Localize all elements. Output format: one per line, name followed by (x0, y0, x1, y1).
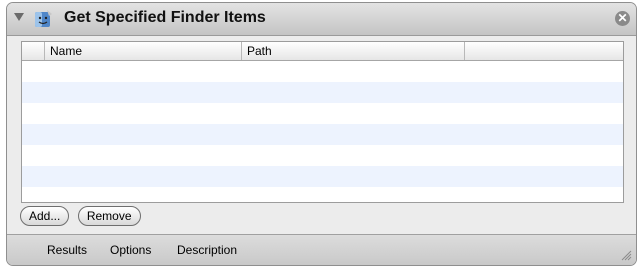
column-header-name[interactable]: Name (44, 42, 241, 60)
tab-description[interactable]: Description (177, 243, 237, 257)
action-panel: Get Specified Finder Items ✕ Name Path A… (6, 2, 637, 266)
add-button[interactable]: Add... (20, 206, 70, 226)
table-row[interactable] (22, 103, 623, 124)
table-row[interactable] (22, 61, 623, 82)
finder-icon (35, 10, 52, 27)
table-row[interactable] (22, 187, 623, 202)
table-row[interactable] (22, 82, 623, 103)
resize-grip-icon[interactable] (621, 250, 632, 261)
tab-results[interactable]: Results (47, 243, 87, 257)
close-icon[interactable]: ✕ (615, 11, 630, 26)
table-row[interactable] (22, 166, 623, 187)
disclosure-triangle-icon[interactable] (14, 13, 24, 21)
table-header: Name Path (22, 42, 623, 61)
finder-items-table[interactable]: Name Path (21, 41, 624, 203)
table-row[interactable] (22, 124, 623, 145)
header-spacer (22, 42, 44, 60)
action-title: Get Specified Finder Items (64, 9, 266, 26)
action-bottom-bar: Results Options Description (7, 234, 636, 265)
column-header-path[interactable]: Path (241, 42, 464, 60)
button-row: Add... Remove (20, 206, 145, 226)
remove-button[interactable]: Remove (77, 206, 141, 226)
action-title-bar: Get Specified Finder Items ✕ (7, 3, 636, 36)
tab-options[interactable]: Options (110, 243, 151, 257)
column-header-extra[interactable] (464, 42, 623, 60)
table-row[interactable] (22, 145, 623, 166)
